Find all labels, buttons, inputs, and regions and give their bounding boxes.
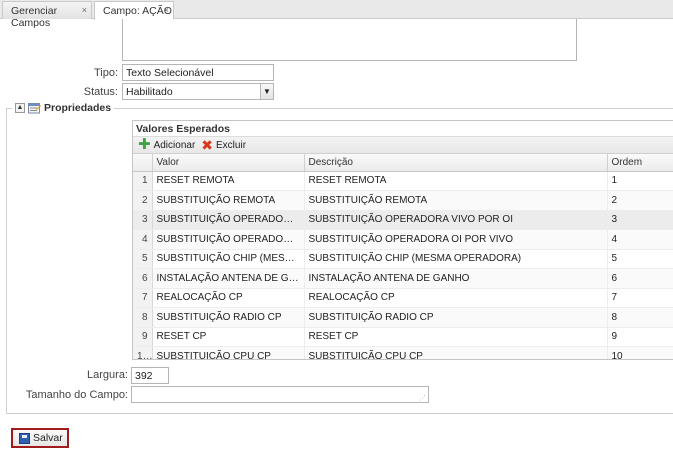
row-number: 3 bbox=[133, 210, 153, 230]
save-label: Salvar bbox=[33, 432, 63, 444]
chevron-down-icon[interactable]: ▼ bbox=[260, 84, 273, 99]
cell-descricao[interactable]: REALOCAÇÃO CP bbox=[304, 288, 608, 308]
cell-descricao[interactable]: SUBSTITUIÇÃO RADIO CP bbox=[304, 307, 608, 328]
cell-descricao[interactable]: SUBSTITUIÇÃO OPERADORA OI POR VIVO bbox=[304, 229, 608, 250]
grid-table: Valor Descrição Ordem 1 RESET REMOTA RES… bbox=[133, 154, 673, 359]
column-header-rownum bbox=[133, 154, 153, 172]
cell-valor[interactable]: SUBSTITUIÇÃO CHIP (MESMA OPER... bbox=[152, 249, 305, 269]
cell-ordem[interactable]: 8 bbox=[607, 307, 673, 328]
cell-descricao[interactable]: SUBSTITUIÇÃO CPU CP bbox=[304, 346, 608, 359]
save-button[interactable]: Salvar bbox=[11, 428, 69, 448]
properties-icon bbox=[28, 102, 41, 113]
cell-valor[interactable]: RESET REMOTA bbox=[152, 171, 305, 191]
cell-descricao[interactable]: INSTALAÇÃO ANTENA DE GANHO bbox=[304, 268, 608, 289]
cell-valor[interactable]: SUBSTITUIÇÃO CPU CP bbox=[152, 346, 305, 359]
cell-ordem[interactable]: 4 bbox=[607, 229, 673, 250]
cell-ordem[interactable]: 2 bbox=[607, 190, 673, 211]
status-select[interactable]: Habilitado ▼ bbox=[122, 83, 274, 100]
table-row[interactable]: 3 SUBSTITUIÇÃO OPERADORA VIVO ... SUBSTI… bbox=[133, 210, 673, 230]
collapse-icon[interactable]: ▲ bbox=[15, 103, 25, 113]
grid-title: Valores Esperados bbox=[133, 121, 673, 136]
cell-descricao[interactable]: SUBSTITUIÇÃO REMOTA bbox=[304, 190, 608, 211]
cell-valor[interactable]: REALOCAÇÃO CP bbox=[152, 288, 305, 308]
plus-icon: ✚ bbox=[138, 136, 151, 153]
cell-valor[interactable]: RESET CP bbox=[152, 327, 305, 347]
tipo-field[interactable]: Texto Selecionável bbox=[122, 64, 274, 81]
table-row[interactable]: 10 SUBSTITUIÇÃO CPU CP SUBSTITUIÇÃO CPU … bbox=[133, 346, 673, 359]
cell-valor[interactable]: SUBSTITUIÇÃO OPERADORA VIVO ... bbox=[152, 210, 305, 230]
tab-gerenciar-campos[interactable]: Gerenciar Campos × bbox=[2, 1, 92, 29]
cell-descricao[interactable]: SUBSTITUIÇÃO CHIP (MESMA OPERADORA) bbox=[304, 249, 608, 269]
cell-ordem[interactable]: 6 bbox=[607, 268, 673, 289]
tab-label: Campo: AÇÃO bbox=[103, 5, 172, 17]
delete-label: Excluir bbox=[216, 139, 247, 151]
tipo-label: Tipo: bbox=[93, 67, 118, 79]
tab-bar: Gerenciar Campos × Campo: AÇÃO × bbox=[0, 0, 673, 29]
tab-campo-acao[interactable]: Campo: AÇÃO × bbox=[94, 1, 174, 20]
largura-label: Largura: bbox=[87, 369, 128, 381]
table-row[interactable]: 4 SUBSTITUIÇÃO OPERADORA OI POR... SUBST… bbox=[133, 229, 673, 250]
tamanho-label: Tamanho do Campo: bbox=[25, 389, 128, 401]
resize-handle-icon[interactable]: ⋰ bbox=[419, 395, 426, 402]
table-row[interactable]: 6 INSTALAÇÃO ANTENA DE GANHO INSTALAÇÃO … bbox=[133, 268, 673, 289]
table-row[interactable]: 8 SUBSTITUIÇÃO RADIO CP SUBSTITUIÇÃO RAD… bbox=[133, 307, 673, 328]
grid-header-row: Valor Descrição Ordem bbox=[133, 154, 673, 172]
cell-ordem[interactable]: 7 bbox=[607, 288, 673, 308]
cell-ordem[interactable]: 10 bbox=[607, 346, 673, 359]
row-number: 7 bbox=[133, 288, 153, 308]
cell-descricao[interactable]: RESET REMOTA bbox=[304, 171, 608, 191]
tamanho-field[interactable]: ⋰ bbox=[131, 386, 429, 403]
cell-valor[interactable]: SUBSTITUIÇÃO REMOTA bbox=[152, 190, 305, 211]
table-row[interactable]: 9 RESET CP RESET CP 9 bbox=[133, 327, 673, 347]
row-number: 9 bbox=[133, 327, 153, 347]
row-number: 2 bbox=[133, 190, 153, 211]
cell-descricao[interactable]: RESET CP bbox=[304, 327, 608, 347]
tab-label: Gerenciar Campos bbox=[11, 5, 58, 29]
table-row[interactable]: 7 REALOCAÇÃO CP REALOCAÇÃO CP 7 bbox=[133, 288, 673, 308]
column-header-descricao[interactable]: Descrição bbox=[304, 154, 608, 172]
delete-button[interactable]: ✖ Excluir bbox=[201, 137, 247, 153]
largura-field[interactable]: 392 bbox=[131, 367, 169, 384]
cell-ordem[interactable]: 1 bbox=[607, 171, 673, 191]
cell-valor[interactable]: SUBSTITUIÇÃO OPERADORA OI POR... bbox=[152, 229, 305, 250]
row-number: 1 bbox=[133, 171, 153, 191]
table-row[interactable]: 1 RESET REMOTA RESET REMOTA 1 bbox=[133, 171, 673, 191]
valores-esperados-grid: Valores Esperados ✚ Adicionar ✖ Excluir … bbox=[132, 120, 673, 360]
cell-valor[interactable]: INSTALAÇÃO ANTENA DE GANHO bbox=[152, 268, 305, 289]
grid-toolbar: ✚ Adicionar ✖ Excluir bbox=[133, 136, 673, 154]
cell-ordem[interactable]: 5 bbox=[607, 249, 673, 269]
add-label: Adicionar bbox=[153, 139, 196, 151]
status-value: Habilitado bbox=[126, 86, 173, 98]
description-textarea[interactable] bbox=[122, 19, 577, 61]
row-number: 4 bbox=[133, 229, 153, 250]
row-number: 10 bbox=[133, 346, 153, 359]
delete-icon: ✖ bbox=[201, 137, 214, 153]
close-icon[interactable]: × bbox=[164, 5, 169, 15]
row-number: 5 bbox=[133, 249, 153, 269]
save-icon bbox=[19, 432, 30, 444]
row-number: 8 bbox=[133, 307, 153, 328]
table-row[interactable]: 5 SUBSTITUIÇÃO CHIP (MESMA OPER... SUBST… bbox=[133, 249, 673, 269]
status-label: Status: bbox=[83, 86, 118, 98]
properties-legend: ▲ Propriedades bbox=[12, 101, 115, 115]
cell-descricao[interactable]: SUBSTITUIÇÃO OPERADORA VIVO POR OI bbox=[304, 210, 608, 230]
column-header-ordem[interactable]: Ordem bbox=[607, 154, 673, 172]
table-row[interactable]: 2 SUBSTITUIÇÃO REMOTA SUBSTITUIÇÃO REMOT… bbox=[133, 190, 673, 211]
add-button[interactable]: ✚ Adicionar bbox=[138, 136, 196, 153]
row-number: 6 bbox=[133, 268, 153, 289]
cell-ordem[interactable]: 9 bbox=[607, 327, 673, 347]
properties-title: Propriedades bbox=[44, 102, 112, 114]
cell-valor[interactable]: SUBSTITUIÇÃO RADIO CP bbox=[152, 307, 305, 328]
column-header-valor[interactable]: Valor bbox=[152, 154, 305, 172]
cell-ordem[interactable]: 3 bbox=[607, 210, 673, 230]
close-icon[interactable]: × bbox=[82, 5, 87, 15]
